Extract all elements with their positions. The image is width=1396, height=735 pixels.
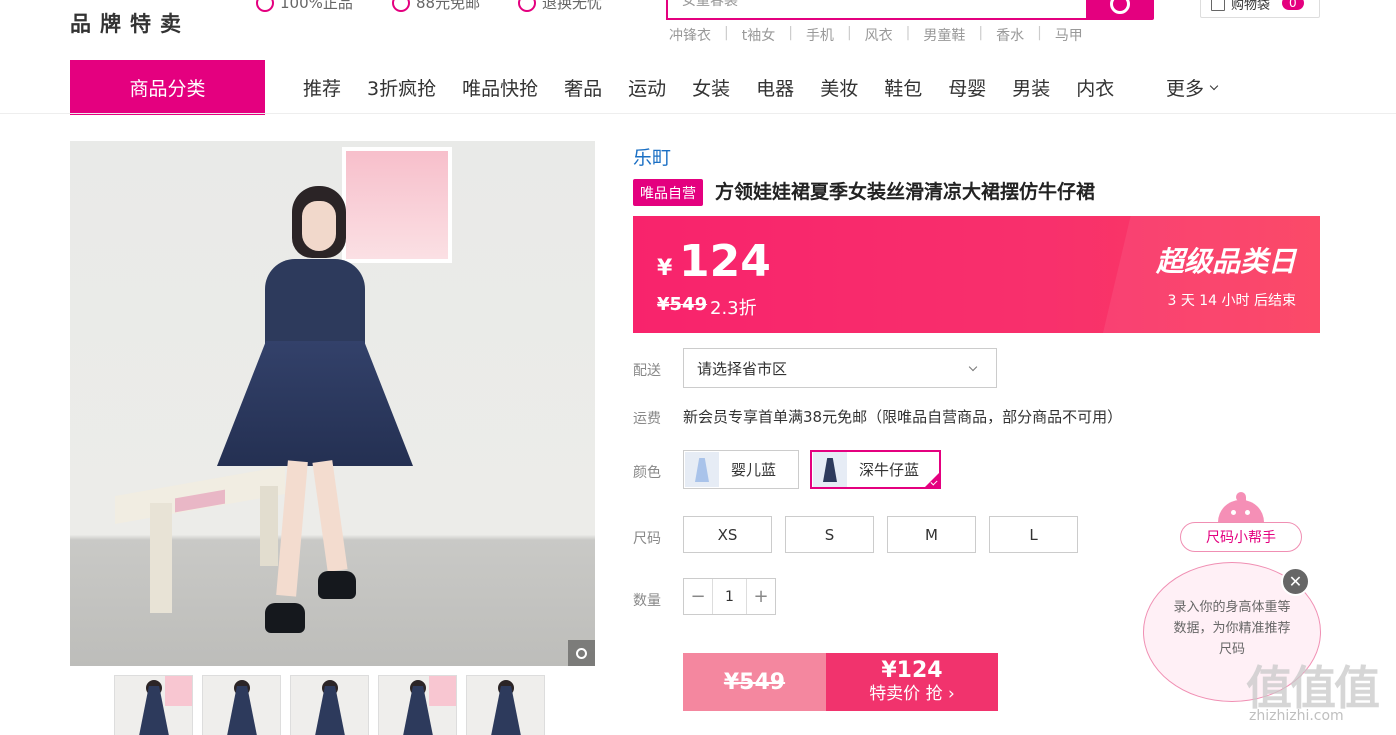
thumbnail[interactable] xyxy=(378,675,457,735)
nav-item-flash[interactable]: 唯品快抢 xyxy=(462,74,538,101)
product-page: 品牌特卖 100%正品 88元免邮 退换无忧 冲锋衣| t袖女| 手机| 风衣|… xyxy=(0,0,1396,735)
quantity-stepper: − 1 + xyxy=(683,578,776,615)
promise-free-shipping: 88元免邮 xyxy=(392,0,480,13)
bag-icon xyxy=(1211,0,1225,11)
decrease-button[interactable]: − xyxy=(684,579,712,614)
shipping-label: 运费 xyxy=(633,411,661,427)
search-box xyxy=(666,0,1086,20)
thumbnail-strip xyxy=(114,675,545,735)
size-label: 尺码 xyxy=(633,531,661,547)
color-option-baby-blue[interactable]: 婴儿蓝 xyxy=(683,450,799,489)
sale-price: 124 xyxy=(679,236,771,287)
hot-word[interactable]: 男童鞋 xyxy=(923,25,965,45)
quantity-label: 数量 xyxy=(633,593,661,609)
region-select[interactable]: 请选择省市区 xyxy=(683,348,997,388)
nav-item-women[interactable]: 女装 xyxy=(692,74,730,101)
thumbnail[interactable] xyxy=(114,675,193,735)
color-swatch xyxy=(685,452,719,487)
nav-item-luxury[interactable]: 奢品 xyxy=(564,74,602,101)
size-option-l[interactable]: L xyxy=(989,516,1078,553)
hot-word[interactable]: 风衣 xyxy=(865,25,893,45)
countdown: 3 天 14 小时 后结束 xyxy=(1167,293,1296,309)
hot-word[interactable]: 冲锋衣 xyxy=(669,25,711,45)
nav-more[interactable]: 更多 xyxy=(1166,74,1219,101)
main-nav: 推荐 3折疯抢 唯品快抢 奢品 运动 女装 电器 美妆 鞋包 母婴 男装 内衣 xyxy=(303,74,1140,101)
hot-word[interactable]: 手机 xyxy=(806,25,834,45)
color-label: 颜色 xyxy=(633,465,661,481)
shipping-info: 新会员专享首单满38元免邮（限唯品自营商品，部分商品不可用） xyxy=(683,408,1123,426)
search-button[interactable] xyxy=(1086,0,1154,20)
price-panel: ¥ 124 ¥549 2.3折 超级品类日 3 天 14 小时 后结束 xyxy=(633,216,1320,333)
nav-item-men[interactable]: 男装 xyxy=(1012,74,1050,101)
check-icon xyxy=(930,478,938,486)
logo-slogan: 品牌特卖 xyxy=(70,12,190,36)
self-operated-badge: 唯品自营 xyxy=(633,179,703,206)
bag-label: 购物袋 xyxy=(1231,0,1271,13)
color-option-dark-denim[interactable]: 深牛仔蓝 xyxy=(810,450,941,489)
zoom-icon[interactable] xyxy=(568,640,595,666)
hot-search-words: 冲锋衣 | t袖女 | 手机 | 风衣 | 男童鞋 | 香水 | 马甲 xyxy=(669,25,1083,45)
search-icon xyxy=(1110,0,1130,14)
price-currency: ¥ xyxy=(657,256,673,281)
nav-item-baby[interactable]: 母婴 xyxy=(948,74,986,101)
original-price: ¥549 xyxy=(657,294,708,315)
shipping-icon xyxy=(392,0,410,12)
close-icon[interactable]: ✕ xyxy=(1281,567,1310,596)
product-title: 方领娃娃裙夏季女装丝滑清凉大裙摆仿牛仔裙 xyxy=(715,181,1096,203)
product-main-image[interactable] xyxy=(70,141,595,666)
chevron-down-icon xyxy=(1209,81,1219,90)
nav-item-beauty[interactable]: 美妆 xyxy=(820,74,858,101)
nav-divider xyxy=(0,113,1396,114)
nav-item-appliances[interactable]: 电器 xyxy=(756,74,794,101)
nav-item-underwear[interactable]: 内衣 xyxy=(1076,74,1114,101)
promise-authentic: 100%正品 xyxy=(256,0,353,13)
bag-count-badge: 0 xyxy=(1282,0,1304,10)
nav-item-shoes-bags[interactable]: 鞋包 xyxy=(884,74,922,101)
chevron-down-icon xyxy=(968,362,978,372)
hot-word[interactable]: 香水 xyxy=(996,25,1024,45)
discount-label: 2.3折 xyxy=(710,298,757,319)
buy-action: ¥124 特卖价 抢 › xyxy=(826,653,998,711)
watermark-url: zhizhizhi.com xyxy=(1249,708,1344,724)
category-button[interactable]: 商品分类 xyxy=(70,60,265,115)
size-option-xs[interactable]: XS xyxy=(683,516,772,553)
buy-price: ¥124 xyxy=(881,658,943,683)
hot-word[interactable]: t袖女 xyxy=(742,25,776,45)
shield-icon xyxy=(256,0,274,12)
buy-button[interactable]: ¥549 ¥124 特卖价 抢 › xyxy=(683,653,998,711)
promise-return: 退换无忧 xyxy=(518,0,602,13)
size-option-m[interactable]: M xyxy=(887,516,976,553)
thumbnail[interactable] xyxy=(202,675,281,735)
color-swatch xyxy=(813,452,847,487)
size-option-s[interactable]: S xyxy=(785,516,874,553)
thumbnail[interactable] xyxy=(290,675,369,735)
shopping-bag-button[interactable]: 购物袋 0 xyxy=(1200,0,1320,18)
size-helper-label[interactable]: 尺码小帮手 xyxy=(1180,522,1302,552)
nav-item-recommend[interactable]: 推荐 xyxy=(303,74,341,101)
event-title: 超级品类日 xyxy=(1155,245,1296,278)
quantity-value[interactable]: 1 xyxy=(712,579,747,614)
thumbnail[interactable] xyxy=(466,675,545,735)
buy-original-price: ¥549 xyxy=(683,653,826,711)
increase-button[interactable]: + xyxy=(747,579,775,614)
buy-label: 特卖价 抢 › xyxy=(869,684,955,704)
vip-logo[interactable] xyxy=(70,0,220,4)
delivery-label: 配送 xyxy=(633,363,661,379)
brand-link[interactable]: 乐町 xyxy=(633,143,671,170)
nav-item-sports[interactable]: 运动 xyxy=(628,74,666,101)
nav-item-30off[interactable]: 3折疯抢 xyxy=(367,74,436,101)
hot-word[interactable]: 马甲 xyxy=(1055,25,1083,45)
search-input[interactable] xyxy=(668,0,1086,18)
return-icon xyxy=(518,0,536,12)
